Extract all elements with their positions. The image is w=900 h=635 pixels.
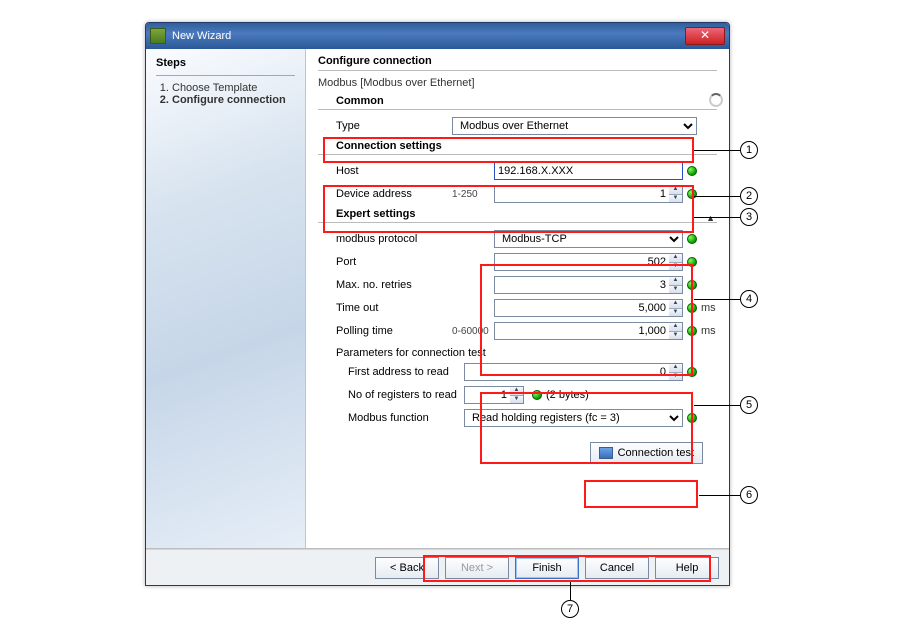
status-led (687, 413, 697, 423)
port-input[interactable] (494, 253, 669, 271)
callout: 7 (561, 582, 579, 618)
port-spinner[interactable]: ▲▼ (669, 253, 683, 271)
retries-label: Max. no. retries (336, 279, 452, 291)
firstaddr-spinner[interactable]: ▲▼ (669, 363, 683, 381)
wizard-footer: < Back Next > Finish Cancel Help (146, 549, 729, 585)
status-led (687, 280, 697, 290)
retries-spinner[interactable]: ▲▼ (669, 276, 683, 294)
help-button[interactable]: Help (655, 557, 719, 579)
status-led (687, 234, 697, 244)
step-item-active: Configure connection (172, 94, 295, 106)
func-select[interactable]: Read holding registers (fc = 3) (464, 409, 683, 427)
step-item: Choose Template (172, 82, 295, 94)
page-title: Configure connection (318, 55, 717, 67)
wizard-window: New Wizard ✕ Steps Choose Template Confi… (145, 22, 730, 586)
section-expert: Expert settings (336, 208, 717, 220)
collapse-icon[interactable]: ▲ (706, 213, 715, 223)
main-panel: Configure connection Modbus [Modbus over… (306, 49, 729, 548)
timeout-unit: ms (701, 302, 717, 314)
status-led (687, 326, 697, 336)
nregs-label: No of registers to read (348, 389, 464, 401)
section-connection: Connection settings (336, 140, 717, 152)
app-icon (150, 28, 166, 44)
polling-unit: ms (701, 325, 717, 337)
func-label: Modbus function (348, 412, 464, 424)
finish-button[interactable]: Finish (515, 557, 579, 579)
status-led (687, 166, 697, 176)
firstaddr-label: First address to read (348, 366, 464, 378)
nregs-spinner[interactable]: ▲▼ (510, 386, 524, 404)
devaddr-label: Device address (336, 188, 452, 200)
port-label: Port (336, 256, 452, 268)
timeout-input[interactable] (494, 299, 669, 317)
polling-hint: 0-60000 (452, 326, 494, 337)
timeout-label: Time out (336, 302, 452, 314)
back-button[interactable]: < Back (375, 557, 439, 579)
param-heading: Parameters for connection test (336, 347, 717, 359)
titlebar: New Wizard ✕ (146, 23, 729, 49)
timeout-spinner[interactable]: ▲▼ (669, 299, 683, 317)
steps-sidebar: Steps Choose Template Configure connecti… (146, 49, 306, 548)
status-led (687, 189, 697, 199)
cancel-button[interactable]: Cancel (585, 557, 649, 579)
protocol-select[interactable]: Modbus-TCP (494, 230, 683, 248)
window-title: New Wizard (172, 30, 685, 42)
host-label: Host (336, 165, 452, 177)
status-led (532, 390, 542, 400)
connection-test-button[interactable]: Connection test (590, 442, 703, 464)
polling-spinner[interactable]: ▲▼ (669, 322, 683, 340)
next-button: Next > (445, 557, 509, 579)
steps-heading: Steps (156, 57, 295, 69)
protocol-label: modbus protocol (336, 233, 452, 245)
firstaddr-input[interactable] (464, 363, 669, 381)
connection-test-icon (599, 447, 613, 459)
loading-icon (709, 93, 723, 107)
retries-input[interactable] (494, 276, 669, 294)
nregs-note: (2 bytes) (546, 389, 589, 401)
type-label: Type (336, 120, 452, 132)
close-button[interactable]: ✕ (685, 27, 725, 45)
status-led (687, 303, 697, 313)
devaddr-spinner[interactable]: ▲▼ (669, 185, 683, 203)
nregs-input[interactable] (464, 386, 510, 404)
status-led (687, 367, 697, 377)
host-input[interactable] (494, 162, 683, 180)
status-led (687, 257, 697, 267)
polling-label: Polling time (336, 325, 452, 337)
polling-input[interactable] (494, 322, 669, 340)
type-select[interactable]: Modbus over Ethernet (452, 117, 697, 135)
devaddr-hint: 1-250 (452, 189, 494, 200)
section-common: Common (336, 95, 717, 107)
devaddr-input[interactable] (494, 185, 669, 203)
subtitle: Modbus [Modbus over Ethernet] (318, 77, 717, 89)
